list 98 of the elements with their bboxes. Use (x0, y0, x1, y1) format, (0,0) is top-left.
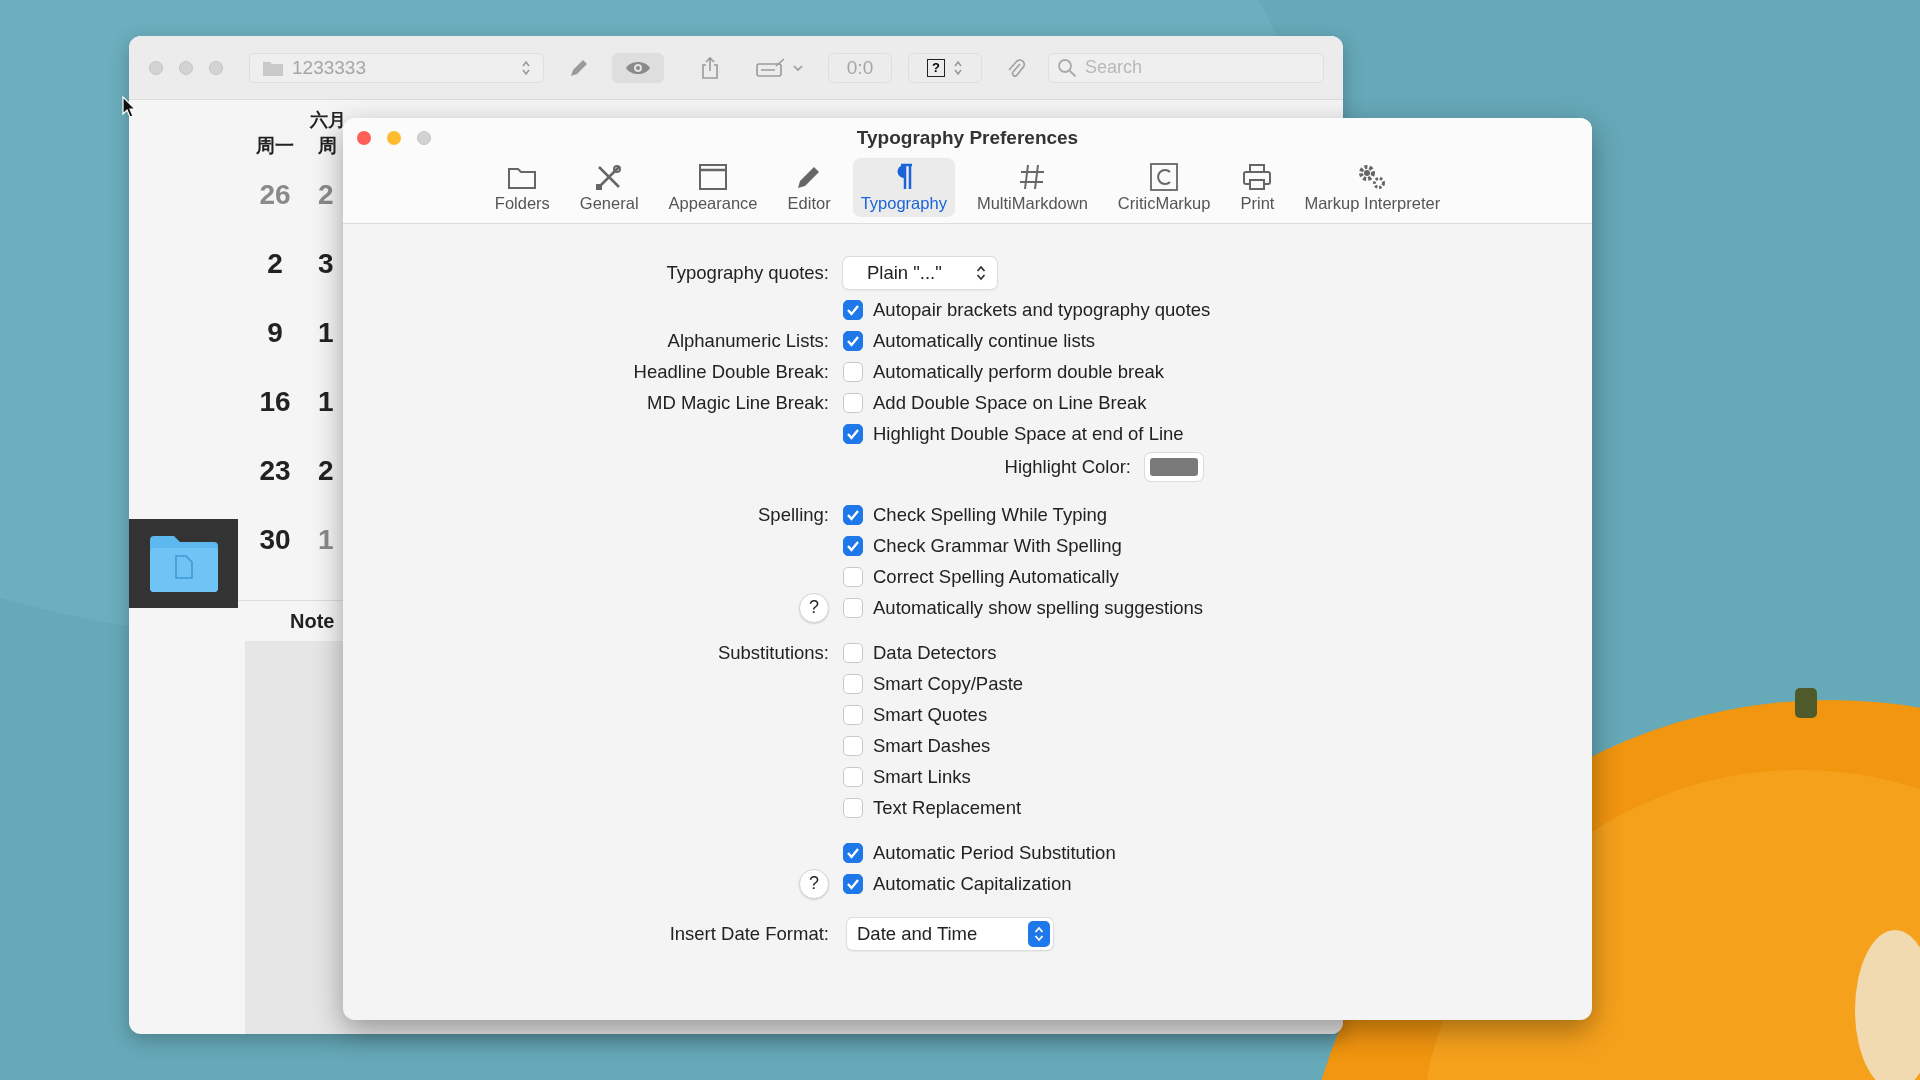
checkbox-label[interactable]: Smart Dashes (873, 734, 991, 757)
checkmark-icon (846, 846, 860, 859)
day-number[interactable]: 23 (259, 454, 291, 487)
card-menu-button[interactable] (756, 57, 804, 78)
share-icon[interactable] (700, 55, 720, 80)
checkbox-label[interactable]: Autopair brackets and typography quotes (873, 298, 1211, 321)
up-down-icon (521, 59, 531, 76)
checkmark-icon (846, 877, 860, 890)
zoom-button[interactable] (209, 60, 223, 75)
checkbox[interactable] (843, 423, 863, 444)
preferences-tab[interactable]: CriticMarkup (1109, 158, 1219, 217)
checkbox[interactable] (843, 504, 863, 525)
day-number[interactable]: 9 (267, 316, 283, 349)
day-number[interactable]: 2 (318, 454, 334, 487)
field-label: Highlight Color: (1004, 456, 1131, 478)
minimize-button[interactable] (179, 60, 193, 75)
checkbox-label[interactable]: Add Double Space on Line Break (873, 391, 1147, 414)
folder-icon (147, 533, 220, 594)
preferences-tab[interactable]: General (571, 158, 647, 217)
weekday-label: 周一 (256, 134, 294, 158)
zoom-button[interactable] (417, 131, 431, 145)
checkbox-label[interactable]: Automatic Capitalization (873, 872, 1072, 895)
up-down-icon (953, 59, 963, 76)
help-button[interactable]: ? (799, 592, 829, 623)
field-label: Headline Double Break: (633, 360, 829, 383)
day-number[interactable]: 30 (259, 523, 291, 556)
counter-field: 0:0 (828, 52, 892, 83)
day-number[interactable]: 16 (259, 385, 291, 418)
field-label: Typography quotes: (666, 262, 829, 284)
checkbox[interactable] (843, 361, 863, 382)
checkbox[interactable] (843, 392, 863, 413)
preferences-tab[interactable]: Markup Interpreter (1296, 158, 1449, 217)
preferences-tab[interactable]: Editor (779, 158, 839, 217)
checkbox[interactable] (843, 642, 863, 663)
window-title: Typography Preferences (856, 127, 1079, 149)
field-label: MD Magic Line Break: (647, 391, 829, 414)
checkbox-label[interactable]: Data Detectors (873, 641, 997, 664)
popup-button[interactable]: Plain "..." (843, 257, 997, 289)
day-number[interactable]: 1 (318, 385, 334, 418)
chevron-icon (792, 63, 804, 72)
checkbox-label[interactable]: Text Replacement (873, 796, 1022, 819)
preferences-tab[interactable]: Print (1232, 158, 1283, 217)
checkbox[interactable] (843, 566, 863, 587)
preferences-tab[interactable]: MultiMarkdown (968, 158, 1096, 217)
folder-item[interactable] (129, 519, 238, 608)
card-icon (756, 57, 786, 78)
checkmark-icon (846, 303, 860, 316)
checkbox[interactable] (843, 766, 863, 787)
preferences-tab[interactable]: Folders (486, 158, 558, 217)
month-label: 六月 (310, 109, 346, 132)
search-icon (1057, 57, 1077, 78)
day-number[interactable]: 1 (318, 316, 334, 349)
checkbox[interactable] (843, 597, 863, 618)
field-label: Spelling: (758, 503, 829, 526)
checkbox[interactable] (843, 873, 863, 894)
help-button[interactable]: ? (799, 868, 829, 899)
checkbox[interactable] (843, 842, 863, 863)
checkbox-label[interactable]: Automatically perform double break (873, 360, 1164, 383)
preview-button[interactable] (612, 52, 664, 83)
color-well[interactable] (1145, 453, 1203, 481)
checkbox-label[interactable]: Check Spelling While Typing (873, 503, 1108, 526)
field-label: Alphanumeric Lists: (667, 329, 829, 352)
day-number[interactable]: 3 (318, 247, 334, 280)
popup-button[interactable]: Date and Time (847, 918, 1053, 950)
help-popup[interactable]: ? (908, 52, 982, 83)
weekday-label: 周 (318, 134, 337, 158)
checkmark-icon (846, 334, 860, 347)
field-label: Substitutions: (717, 641, 829, 664)
checkbox-label[interactable]: Highlight Double Space at end of Line (873, 422, 1184, 445)
checkmark-icon (846, 539, 860, 552)
checkmark-icon (846, 427, 860, 440)
checkbox[interactable] (843, 299, 863, 320)
checkbox-label[interactable]: Smart Copy/Paste (873, 672, 1024, 695)
checkmark-icon (846, 508, 860, 521)
checkbox-label[interactable]: Check Grammar With Spelling (873, 534, 1122, 557)
checkbox[interactable] (843, 330, 863, 351)
checkbox[interactable] (843, 535, 863, 556)
preferences-tab[interactable]: Typography (852, 158, 955, 217)
day-number[interactable]: 2 (267, 247, 283, 280)
close-button[interactable] (149, 60, 163, 75)
checkbox-label[interactable]: Automatically show spelling suggestions (873, 596, 1204, 619)
close-button[interactable] (357, 131, 371, 145)
checkbox[interactable] (843, 673, 863, 694)
stepper-icon (1028, 921, 1050, 947)
up-down-icon (975, 264, 987, 282)
checkbox-label[interactable]: Automatically continue lists (873, 329, 1096, 352)
checkbox-label[interactable]: Automatic Period Substitution (873, 841, 1116, 864)
notes-heading: Note (290, 609, 335, 633)
checkbox-label[interactable]: Smart Quotes (873, 703, 988, 726)
field-label: Insert Date Format: (669, 923, 829, 945)
checkbox[interactable] (843, 704, 863, 725)
checkbox-label[interactable]: Correct Spelling Automatically (873, 565, 1119, 588)
checkbox[interactable] (843, 797, 863, 818)
minimize-button[interactable] (387, 131, 401, 145)
checkbox-label[interactable]: Smart Links (873, 765, 971, 788)
checkbox[interactable] (843, 735, 863, 756)
eye-icon (625, 59, 651, 76)
preferences-tab[interactable]: Appearance (660, 158, 766, 217)
